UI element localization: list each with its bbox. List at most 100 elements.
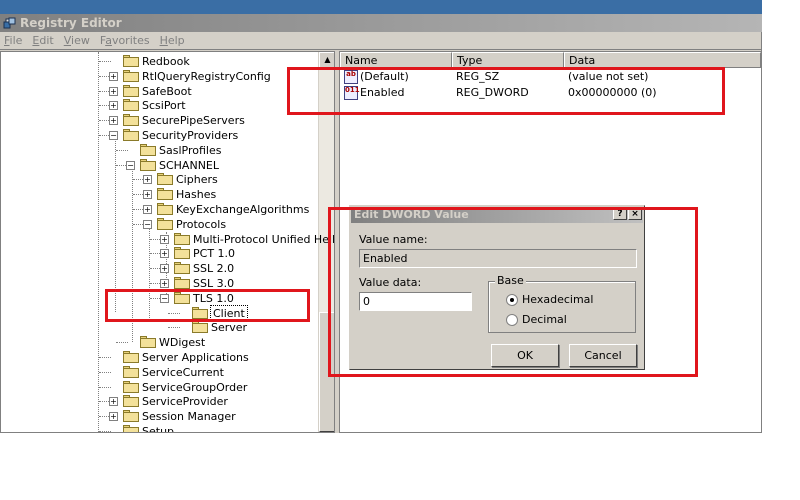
column-header-name[interactable]: Name (340, 52, 452, 68)
tree-item-label: ServiceProvider (142, 395, 228, 409)
highlight-box-values (287, 67, 725, 115)
tree-item[interactable]: + Multi-Protocol Unified Hello (150, 232, 334, 247)
tree-branch-line (99, 431, 111, 432)
tree-item[interactable]: Server (168, 320, 311, 335)
folder-icon (140, 143, 156, 156)
folder-icon (123, 410, 139, 423)
expand-icon[interactable]: + (143, 175, 152, 185)
window-title: Registry Editor (20, 16, 122, 30)
folder-icon (123, 425, 139, 432)
tree-branch-line (99, 357, 111, 358)
tree-guide-line (98, 52, 99, 432)
menu-view[interactable]: View (64, 34, 90, 47)
tree-item-label: KeyExchangeAlgorithms (176, 203, 310, 216)
tree-item-label: Hashes (176, 188, 217, 202)
tree-item-label: SSL 2.0 (193, 262, 235, 276)
menu-favorites[interactable]: Favorites (100, 34, 150, 47)
tree-item[interactable]: Setup (99, 424, 311, 433)
folder-icon (123, 55, 139, 67)
desktop-strip (0, 0, 762, 14)
expand-icon[interactable]: + (160, 249, 169, 259)
tree-item[interactable]: + SecurePipeServers (99, 113, 311, 128)
collapse-icon[interactable]: − (143, 219, 152, 229)
tree-item-label: Ciphers (176, 173, 218, 187)
tree-item[interactable]: − Protocols (133, 217, 311, 232)
tree-item[interactable]: + SSL 2.0 (150, 261, 311, 276)
tree-item-label: Setup (142, 425, 175, 433)
tree-item-label: WDigest (159, 336, 206, 350)
tree-item[interactable]: + KeyExchangeAlgorithms (133, 202, 311, 217)
expand-icon[interactable]: + (143, 190, 152, 200)
expand-icon[interactable]: + (160, 264, 169, 274)
key-tree-pane[interactable]: ▲ Redbook + RtlQueryRegistryConfig + SafeBoo… (0, 51, 335, 433)
folder-icon (123, 395, 139, 408)
folder-icon (192, 321, 208, 334)
folder-icon (157, 173, 173, 186)
tree-item[interactable]: ServiceGroupOrder (99, 380, 311, 395)
expand-icon[interactable]: + (160, 279, 169, 288)
folder-icon (157, 188, 173, 201)
tree-branch-line (116, 149, 128, 151)
folder-icon (123, 69, 139, 82)
tree-item[interactable]: Server Applications (99, 350, 311, 365)
menu-help[interactable]: Help (160, 34, 185, 47)
tree-item-label: Redbook (142, 55, 190, 68)
expand-icon[interactable]: + (109, 116, 118, 126)
collapse-icon[interactable]: − (126, 160, 135, 170)
scroll-up-icon[interactable]: ▲ (319, 52, 334, 68)
expand-icon[interactable]: + (109, 71, 118, 81)
tree-item[interactable]: ServiceCurrent (99, 365, 311, 380)
expand-icon[interactable]: + (109, 412, 118, 422)
folder-icon (157, 217, 173, 230)
folder-icon (123, 84, 139, 97)
tree-item[interactable]: + RtlQueryRegistryConfig (99, 69, 311, 84)
expand-icon[interactable]: + (143, 205, 152, 214)
tree-item-label: Session Manager (142, 410, 236, 424)
tree-item-label: Multi-Protocol Unified Hello (193, 232, 335, 246)
folder-icon (157, 203, 173, 215)
tree-item-label: ServiceGroupOrder (142, 380, 248, 394)
folder-icon (123, 351, 139, 363)
tree-item[interactable]: SaslProfiles (116, 143, 311, 158)
tree-item[interactable]: + SafeBoot (99, 84, 311, 99)
tree-item[interactable]: Redbook (99, 54, 311, 69)
expand-icon[interactable]: + (160, 234, 169, 244)
menu-edit[interactable]: Edit (32, 34, 53, 47)
tree-branch-line (116, 342, 128, 344)
tree-branch-line (99, 371, 111, 373)
column-header-type[interactable]: Type (452, 52, 564, 68)
collapse-icon[interactable]: − (109, 131, 118, 140)
column-header-data[interactable]: Data (564, 52, 761, 68)
tree-branch-line (99, 61, 111, 62)
registry-editor-icon (3, 17, 16, 29)
expand-icon[interactable]: + (109, 86, 118, 96)
tree-item[interactable]: + PCT 1.0 (150, 246, 311, 261)
tree-item[interactable]: + Hashes (133, 187, 311, 202)
tree-item[interactable]: − SCHANNEL (116, 158, 311, 173)
expand-icon[interactable]: + (109, 397, 118, 407)
tree-item[interactable]: + ScsiPort (99, 98, 311, 113)
highlight-box-tree (105, 289, 310, 322)
tree-item[interactable]: + Session Manager (99, 409, 311, 424)
tree-item[interactable]: + Ciphers (133, 172, 311, 187)
tree-item[interactable]: WDigest (116, 335, 311, 350)
highlight-box-dialog (328, 207, 698, 377)
tree-item-label: PCT 1.0 (193, 247, 236, 261)
tree-item-label: Server Applications (142, 351, 249, 364)
expand-icon[interactable]: + (109, 101, 118, 111)
folder-icon (123, 99, 139, 112)
tree-item[interactable]: + ServiceProvider (99, 394, 311, 409)
tree-item-label: SecurityProviders (142, 129, 239, 142)
tree-item[interactable]: − SecurityProviders (99, 128, 311, 143)
folder-icon (140, 158, 156, 171)
folder-icon (174, 262, 190, 275)
folder-icon (140, 336, 156, 349)
tree-item-label: SecurePipeServers (142, 114, 245, 128)
menu-file[interactable]: File (4, 34, 22, 47)
folder-icon (123, 114, 139, 127)
title-bar[interactable]: Registry Editor (0, 14, 762, 32)
tree-item-label: Server (211, 321, 248, 335)
tree-item-label: ServiceCurrent (142, 365, 224, 379)
folder-icon (123, 365, 139, 378)
tree-item-label: SCHANNEL (159, 158, 219, 172)
